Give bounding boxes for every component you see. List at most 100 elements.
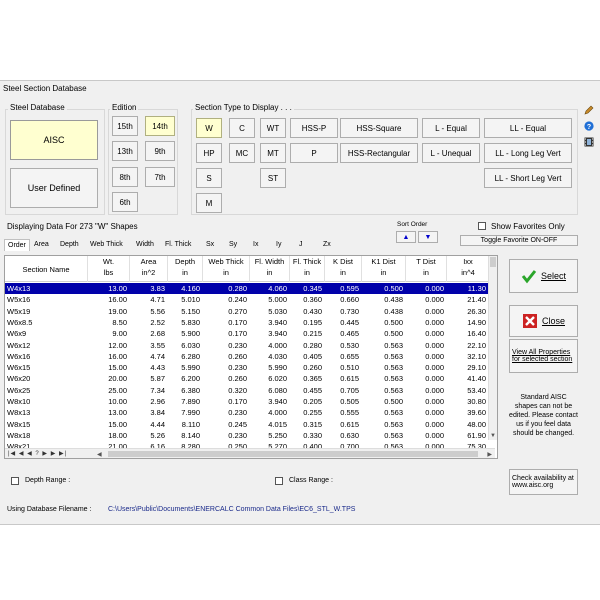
col-header-fl-width[interactable]: Fl. Width in [250, 256, 290, 282]
sort-ascending-button[interactable]: ▲ [396, 231, 416, 243]
cell-depth: 5.010 [181, 295, 200, 305]
view-all-properties-button[interactable]: View All Properties for selected section [509, 339, 578, 373]
cell-fl-width: 3.940 [268, 329, 287, 339]
tab-sy[interactable]: Sy [226, 239, 240, 251]
tab-sx[interactable]: Sx [203, 239, 217, 251]
tab-depth[interactable]: Depth [57, 239, 82, 251]
type-st-button[interactable]: ST [260, 168, 286, 188]
depth-range-checkbox[interactable] [11, 477, 19, 485]
class-range-checkbox[interactable] [275, 477, 283, 485]
type-s-button[interactable]: S [196, 168, 222, 188]
cell-t-dist: 0.000 [425, 419, 444, 429]
help-icon[interactable]: ? [584, 121, 594, 131]
type-mc-button[interactable]: MC [229, 143, 255, 163]
type-wt-button[interactable]: WT [260, 118, 286, 138]
cell-k1-dist: 0.563 [384, 385, 403, 395]
type-mt-button[interactable]: MT [260, 143, 286, 163]
edition-7th[interactable]: 7th [145, 167, 175, 187]
col-header-k1-dist[interactable]: K1 Dist in [362, 256, 406, 282]
edit-icon[interactable] [584, 105, 594, 115]
user-defined-button[interactable]: User Defined [10, 168, 98, 208]
col-header-area[interactable]: Area in^2 [130, 256, 168, 282]
scroll-right-icon[interactable]: ▶ [487, 451, 492, 458]
type-hss-p-button[interactable]: HSS-P [290, 118, 338, 138]
table-row[interactable]: W8x15 15.00 4.44 8.110 0.245 4.015 0.315 0.615 0… [5, 419, 489, 430]
type-hp-button[interactable]: HP [196, 143, 222, 163]
cell-k-dist: 0.505 [340, 397, 359, 406]
type-ll-long-leg-button[interactable]: LL - Long Leg Vert [484, 143, 572, 163]
film-icon[interactable] [584, 137, 594, 147]
table-row[interactable]: W6x20 20.00 5.87 6.200 0.260 6.020 0.365 0.615 0… [5, 373, 489, 384]
edition-9th[interactable]: 9th [145, 141, 175, 161]
table-row[interactable]: W6x8.5 8.50 2.52 5.830 0.170 3.940 0.195 0.445 0… [5, 317, 489, 328]
scroll-thumb[interactable] [490, 257, 496, 267]
type-ll-equal-button[interactable]: LL - Equal [484, 118, 572, 138]
scroll-left-icon[interactable]: ◀ [97, 451, 102, 458]
cell-k1-dist: 0.563 [384, 408, 403, 418]
table-row[interactable]: W4x13 13.00 3.83 4.160 0.280 4.060 0.345 0.595 0… [5, 283, 489, 295]
aisc-button[interactable]: AISC [10, 120, 98, 160]
edition-8th[interactable]: 8th [112, 167, 138, 187]
col-header-web-thick[interactable]: Web Thick in [203, 256, 250, 282]
table-row[interactable]: W5x16 16.00 4.71 5.010 0.240 5.000 0.360 0.660 0… [5, 294, 489, 305]
select-button[interactable]: Select [509, 259, 578, 293]
type-l-equal-button[interactable]: L - Equal [422, 118, 480, 138]
cell-k1-dist: 0.500 [384, 317, 403, 327]
cell-depth: 6.380 [181, 385, 200, 395]
show-favorites-checkbox[interactable] [478, 222, 486, 230]
col-header-t-dist[interactable]: T Dist in [406, 256, 447, 282]
type-m-button[interactable]: M [196, 193, 222, 213]
cell-ixx: 32.10 [467, 351, 486, 361]
type-hss-square-button[interactable]: HSS-Square [340, 118, 418, 138]
tab-ix[interactable]: Ix [250, 239, 261, 251]
type-w-button[interactable]: W [196, 118, 222, 138]
tab-zx[interactable]: Zx [320, 239, 334, 251]
hscroll-thumb[interactable] [108, 451, 478, 457]
close-button[interactable]: Close [509, 305, 578, 337]
table-row[interactable]: W6x9 9.00 2.68 5.900 0.170 3.940 0.215 0.465 0.5… [5, 328, 489, 339]
tab-iy[interactable]: Iy [273, 239, 284, 251]
tab-area[interactable]: Area [31, 239, 52, 251]
cell-ixx: 22.10 [467, 340, 486, 350]
table-row[interactable]: W5x19 19.00 5.56 5.150 0.270 5.030 0.430 0.730 0… [5, 306, 489, 317]
table-row[interactable]: W8x18 18.00 5.26 8.140 0.230 5.250 0.330 0.630 0… [5, 430, 489, 441]
check-availability-button[interactable]: Check availability at www.aisc.org [509, 469, 578, 495]
grid-vertical-scrollbar[interactable]: ▼ [488, 256, 497, 440]
cell-k-dist: 0.555 [340, 408, 359, 418]
type-p-button[interactable]: P [290, 143, 338, 163]
tab-fl-thick[interactable]: Fl. Thick [162, 239, 194, 251]
tab-order[interactable]: Order [4, 239, 30, 251]
type-ll-short-leg-button[interactable]: LL - Short Leg Vert [484, 168, 572, 188]
col-header-wt[interactable]: Wt. lbs [88, 256, 130, 282]
col-header-section-name[interactable]: Section Name [5, 256, 88, 282]
type-c-button[interactable]: C [229, 118, 255, 138]
toggle-favorite-button[interactable]: Toggle Favorite ON-OFF [460, 235, 578, 246]
edition-6th[interactable]: 6th [112, 192, 138, 212]
tab-web-thick[interactable]: Web Thick [87, 239, 126, 251]
cell-web-thick: 0.170 [228, 317, 247, 327]
tab-j[interactable]: J [296, 239, 306, 251]
sort-descending-button[interactable]: ▼ [418, 231, 438, 243]
table-row[interactable]: W8x10 10.00 2.96 7.890 0.170 3.940 0.205 0.505 0… [5, 396, 489, 407]
tab-width[interactable]: Width [133, 239, 157, 251]
type-hss-rectangular-button[interactable]: HSS-Rectangular [340, 143, 418, 163]
record-navigator-icons[interactable]: |◀ ◀ ◀ ? ▶ ▶ ▶| [8, 450, 67, 457]
grid-horizontal-scrollbar[interactable]: |◀ ◀ ◀ ? ▶ ▶ ▶| ◀ ▶ [5, 448, 495, 458]
table-row[interactable]: W6x25 25.00 7.34 6.380 0.320 6.080 0.455 0.705 0… [5, 385, 489, 396]
table-row[interactable]: W6x16 16.00 4.74 6.280 0.260 4.030 0.405 0.655 0… [5, 351, 489, 362]
table-row[interactable]: W6x12 12.00 3.55 6.030 0.230 4.000 0.280 0.530 0… [5, 340, 489, 351]
scroll-down-icon[interactable]: ▼ [490, 433, 496, 439]
edition-14th[interactable]: 14th [145, 116, 175, 136]
col-header-k-dist[interactable]: K Dist in [325, 256, 362, 282]
section-data-grid[interactable]: Section Name Wt. lbs Area in^2 Depth in Web… [4, 255, 498, 459]
edition-15th[interactable]: 15th [112, 116, 138, 136]
cell-fl-width: 3.940 [268, 317, 287, 327]
cell-web-thick: 0.170 [228, 397, 247, 406]
col-header-fl-thick[interactable]: Fl. Thick in [290, 256, 325, 282]
col-header-ixx[interactable]: Ixx in^4 [447, 256, 489, 282]
edition-13th[interactable]: 13th [112, 141, 138, 161]
type-l-unequal-button[interactable]: L - Unequal [422, 143, 480, 163]
table-row[interactable]: W8x13 13.00 3.84 7.990 0.230 4.000 0.255 0.555 0… [5, 407, 489, 418]
table-row[interactable]: W6x15 15.00 4.43 5.990 0.230 5.990 0.260 0.510 0… [5, 362, 489, 373]
col-header-depth[interactable]: Depth in [168, 256, 203, 282]
